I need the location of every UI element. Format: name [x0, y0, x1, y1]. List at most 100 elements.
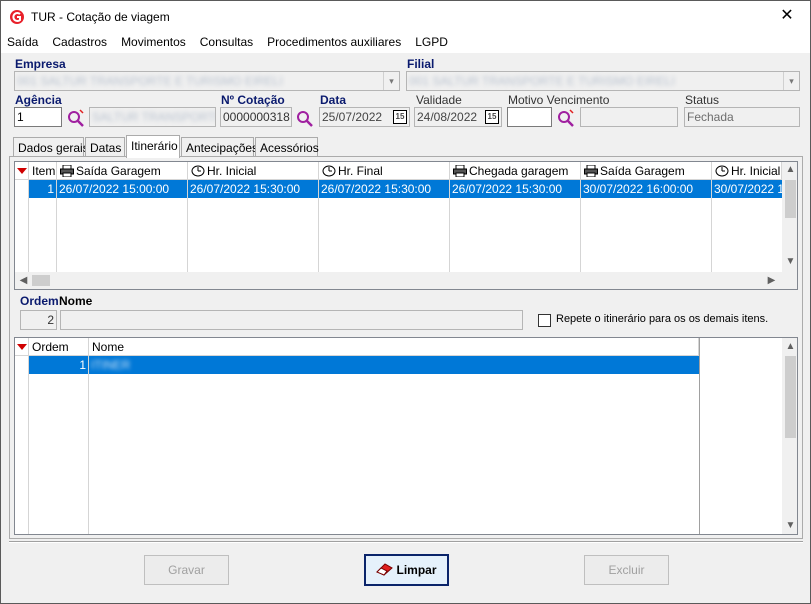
nome-field[interactable]: [60, 310, 523, 330]
search-icon[interactable]: [556, 108, 576, 128]
validade-label: Validade: [416, 93, 462, 107]
tab-acessorios[interactable]: Acessórios: [255, 137, 319, 157]
itinerary-grid[interactable]: Item Saída Garagem Hr. Inicial Hr. Final…: [14, 161, 798, 290]
calendar-icon[interactable]: 15: [485, 110, 499, 124]
vertical-scrollbar[interactable]: ▲ ▼: [782, 162, 797, 272]
excluir-button[interactable]: Excluir: [584, 555, 669, 585]
menu-bar: Saída Cadastros Movimentos Consultas Procedi…: [1, 31, 810, 53]
col-chegada-garagem[interactable]: Chegada garagem: [450, 162, 581, 180]
empresa-label: Empresa: [15, 57, 66, 71]
col-ordem[interactable]: Ordem: [29, 338, 89, 356]
grid-line: [699, 338, 700, 534]
empresa-select[interactable]: 001 SALTUR TRANSPORTE E TURISMO EIRELI ▾: [14, 71, 400, 91]
col-nome[interactable]: Nome: [89, 338, 699, 356]
gravar-button[interactable]: Gravar: [144, 555, 229, 585]
agencia-code-input[interactable]: 1: [14, 107, 62, 127]
agencia-name-field: SALTUR TRANSPORTE E: [89, 107, 216, 127]
tab-itinerario[interactable]: Itinerário: [126, 135, 180, 158]
search-icon[interactable]: [66, 108, 86, 128]
status-field: Fechada: [684, 107, 800, 127]
sort-indicator-icon: [17, 344, 27, 350]
printer-icon: [453, 165, 467, 177]
grid-line: [28, 356, 29, 534]
horizontal-scrollbar[interactable]: ◀ ▶: [15, 272, 782, 289]
menu-consultas[interactable]: Consultas: [193, 31, 260, 49]
cell-ordem[interactable]: 1: [29, 356, 88, 374]
clock-icon: [191, 165, 205, 177]
excluir-label: Excluir: [608, 563, 645, 577]
cell-hr-inicial-2[interactable]: 30/07/2022 1: [712, 180, 782, 198]
scrollbar-corner: [782, 272, 797, 289]
motivo-code-input[interactable]: [507, 107, 552, 127]
search-icon[interactable]: [295, 108, 315, 128]
filial-label: Filial: [407, 57, 435, 71]
chevron-down-icon[interactable]: ▾: [383, 72, 399, 90]
menu-lgpd[interactable]: LGPD: [408, 31, 455, 49]
cell-nome[interactable]: ITINER: [89, 356, 699, 374]
ordem-label: Ordem: [20, 294, 59, 308]
motivo-label: Motivo Vencimento: [508, 93, 610, 107]
limpar-button[interactable]: Limpar: [364, 554, 449, 586]
row-indicator: [15, 356, 28, 374]
cell-chegada-garagem[interactable]: 26/07/2022 15:30:00: [450, 180, 580, 198]
cell-hr-final[interactable]: 26/07/2022 15:30:00: [319, 180, 449, 198]
cell-item[interactable]: 1: [29, 180, 56, 198]
vertical-scrollbar[interactable]: ▲ ▼: [782, 338, 797, 534]
scroll-right-icon[interactable]: ▶: [763, 275, 780, 286]
app-logo-icon: [10, 10, 24, 24]
filial-value: 001 SALTUR TRANSPORTE E TURISMO EIRELI: [409, 74, 675, 88]
agencia-name-value: SALTUR TRANSPORTE E: [92, 110, 216, 124]
tab-datas[interactable]: Datas: [85, 137, 125, 157]
tab-antecipacoes[interactable]: Antecipações: [181, 137, 258, 157]
cotacao-input[interactable]: 0000000318: [220, 107, 292, 127]
scroll-up-icon[interactable]: ▲: [782, 341, 797, 352]
repeat-checkbox[interactable]: [538, 314, 551, 327]
col-chegada-garagem-label: Chegada garagem: [469, 164, 569, 178]
col-hr-inicial-2[interactable]: Hr. Inicial: [712, 162, 782, 180]
close-button[interactable]: ✕: [764, 1, 810, 31]
agencia-label: Agência: [15, 93, 62, 107]
validade-input[interactable]: 24/08/2022 15: [414, 107, 502, 127]
menu-movimentos[interactable]: Movimentos: [114, 31, 193, 49]
cell-saida-garagem[interactable]: 26/07/2022 15:00:00: [57, 180, 187, 198]
close-icon: ✕: [780, 7, 794, 24]
title-bar: TUR - Cotação de viagem ✕: [1, 1, 810, 31]
chevron-down-icon[interactable]: ▾: [783, 72, 799, 90]
filial-select[interactable]: 001 SALTUR TRANSPORTE E TURISMO EIRELI ▾: [406, 71, 800, 91]
col-saida-garagem-2-label: Saída Garagem: [600, 164, 685, 178]
clock-icon: [322, 165, 336, 177]
scroll-down-icon[interactable]: ▼: [782, 520, 797, 531]
col-hr-inicial-label: Hr. Inicial: [207, 164, 257, 178]
cell-saida-garagem-2[interactable]: 30/07/2022 16:00:00: [581, 180, 711, 198]
calendar-icon[interactable]: 15: [393, 110, 407, 124]
window-title: TUR - Cotação de viagem: [31, 10, 170, 24]
clock-icon: [715, 165, 729, 177]
scrollbar-thumb[interactable]: [32, 275, 50, 286]
validade-value: 24/08/2022: [417, 110, 478, 124]
cell-hr-inicial[interactable]: 26/07/2022 15:30:00: [188, 180, 318, 198]
data-input[interactable]: 25/07/2022 15: [319, 107, 410, 127]
col-saida-garagem[interactable]: Saída Garagem: [57, 162, 188, 180]
printer-icon: [584, 165, 598, 177]
tab-dados-gerais[interactable]: Dados gerais: [13, 137, 89, 157]
menu-procedimentos[interactable]: Procedimentos auxiliares: [260, 31, 408, 49]
col-saida-garagem-2[interactable]: Saída Garagem: [581, 162, 712, 180]
col-hr-inicial-2-label: Hr. Inicial: [731, 164, 781, 178]
col-hr-inicial[interactable]: Hr. Inicial: [188, 162, 319, 180]
col-hr-final[interactable]: Hr. Final: [319, 162, 450, 180]
data-value: 25/07/2022: [322, 110, 383, 124]
menu-cadastros[interactable]: Cadastros: [45, 31, 114, 49]
scroll-left-icon[interactable]: ◀: [15, 275, 32, 286]
scrollbar-thumb[interactable]: [785, 356, 796, 438]
scroll-up-icon[interactable]: ▲: [782, 164, 797, 175]
col-item[interactable]: Item: [29, 162, 57, 180]
motivo-desc-field: [580, 107, 678, 127]
scroll-down-icon[interactable]: ▼: [782, 256, 797, 267]
row-indicator-header: [15, 338, 29, 356]
eraser-icon: [376, 563, 394, 576]
names-grid[interactable]: Ordem Nome 1 ITINER ▲ ▼: [14, 337, 798, 535]
gravar-label: Gravar: [168, 563, 205, 577]
col-hr-final-label: Hr. Final: [338, 164, 383, 178]
menu-saida[interactable]: Saída: [1, 31, 45, 49]
scrollbar-thumb[interactable]: [785, 180, 796, 218]
